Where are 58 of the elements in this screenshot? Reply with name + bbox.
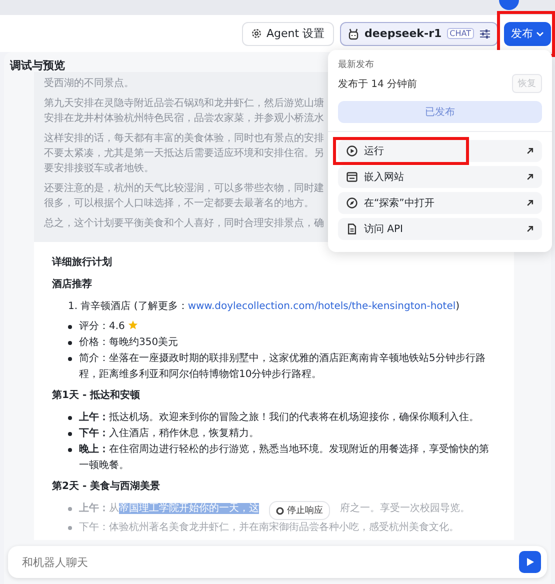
detail-text: 简介：坐落在一座摄政时期的联排别墅中，这家优雅的酒店距离南肯辛顿地铁站5分钟步行路程，距离维多利亚和阿尔伯特博物馆10分钟步行路程。 — [79, 352, 486, 382]
bullet-icon — [68, 432, 72, 436]
menu-item[interactable]: 在“探索”中打开 — [338, 192, 542, 214]
model-selector[interactable]: deepseek-r1 CHAT — [340, 22, 498, 46]
send-icon — [525, 557, 535, 567]
sliders-icon — [479, 28, 491, 40]
star-icon — [128, 320, 138, 330]
reasoning-paragraph: 受西湖的不同景点。 — [44, 76, 134, 91]
external-arrow-icon — [526, 225, 534, 233]
reasoning-paragraph: 总之，这个计划要平衡美食和个人喜好，同时合理安排景点，确 — [44, 216, 324, 231]
chat-composer[interactable]: 和机器人聊天 — [8, 546, 547, 578]
publish-button[interactable]: 发布 — [504, 22, 551, 46]
plan-text: 下午：体验杭州著名美食龙井虾仁，并在南宋御街品尝各种小吃，感受杭州美食文化。 — [79, 520, 459, 535]
chat-tag: CHAT — [446, 28, 474, 39]
bullet-icon — [68, 507, 72, 511]
bullet-icon — [68, 526, 72, 530]
external-arrow-icon — [526, 199, 534, 207]
section-heading: 酒店推荐 — [52, 277, 92, 292]
reasoning-paragraph: 第九天安排在灵隐寺附近品尝石锅鸡和龙井虾仁，然后游览山塘 安排在龙井村体验杭州特色民宿，品尝农家菜，并参观小桥流水 — [44, 96, 324, 126]
agent-settings-button[interactable]: Agent 设置 — [242, 22, 334, 46]
plan-text: 上午：从帝国理工学院开始你的一天，这 — [79, 502, 259, 516]
stop-response-button[interactable]: 停止响应 — [269, 501, 330, 520]
hotel-entry: 1. 肯辛顿酒店 (了解更多：www.doylecollection.com/hotels/the-kensington-hotel) — [68, 300, 461, 314]
gear-icon — [251, 28, 262, 39]
robot-icon — [346, 27, 360, 40]
publish-time: 发布于 14 分钟前 — [338, 78, 418, 90]
compass-icon — [346, 197, 358, 209]
section-heading: 详细旅行计划 — [52, 255, 112, 270]
plan-text: 晚上：在住宿周边进行轻松的步行游览，熟悉当地环境。发现附近的用餐选择，享受愉快的第一顿晚餐。 — [79, 442, 490, 473]
detail-text: 评分：4.6 — [79, 319, 138, 335]
detail-text: 价格：每晚约350美元 — [79, 336, 178, 350]
hotel-link[interactable]: www.doylecollection.com/hotels/the-kensington-hotel — [188, 301, 456, 312]
reasoning-paragraph: 还要注意的是，杭州的天气比较湿润，可以多带些衣物，同时建 很多，可以根据个人口味选择，不一定都要去最著名的地方。 — [44, 182, 324, 211]
chat-input[interactable]: 和机器人聊天 — [20, 554, 519, 570]
menu-item[interactable]: 嵌入网站 — [338, 166, 542, 188]
external-arrow-icon — [526, 147, 534, 155]
bullet-icon — [68, 357, 72, 361]
day-heading: 第2天 - 美食与西湖美景 — [52, 479, 160, 494]
send-button[interactable] — [519, 551, 541, 573]
avatar-icon[interactable] — [499, 0, 519, 10]
chevron-icon — [536, 30, 544, 38]
window-icon — [346, 171, 358, 183]
day-heading: 第1天 - 抵达和安顿 — [52, 388, 140, 403]
menu-item[interactable]: 访问 API — [338, 218, 542, 240]
plan-text: 下午：入住酒店，稍作休息，恢复精力。 — [79, 426, 259, 441]
bullet-icon — [68, 341, 72, 345]
external-arrow-icon — [526, 173, 534, 181]
panel-title: 调试与预览 — [10, 58, 65, 72]
menu-caption: 最新发布 — [338, 58, 375, 71]
plan-text: 府之一。享受一次校园导览。 — [340, 502, 470, 516]
document-icon — [346, 223, 358, 235]
bullet-icon — [68, 448, 72, 452]
plan-text: 上午：抵达机场。欢迎来到你的冒险之旅！我们的代表将在机场迎接你，确保你顺利入住。 — [79, 410, 479, 425]
play-circle-icon — [346, 145, 358, 157]
bullet-icon — [68, 416, 72, 420]
stop-icon — [276, 506, 284, 514]
reasoning-paragraph: 这样安排的话，每天都有丰富的美食体验，同时也有景点的安排 不要太紧凑，尤其是第一天抵达后需要适应环境和安排住宿。另 要安排接驳车或者地铁。 — [44, 132, 324, 176]
bullet-icon — [68, 325, 72, 329]
